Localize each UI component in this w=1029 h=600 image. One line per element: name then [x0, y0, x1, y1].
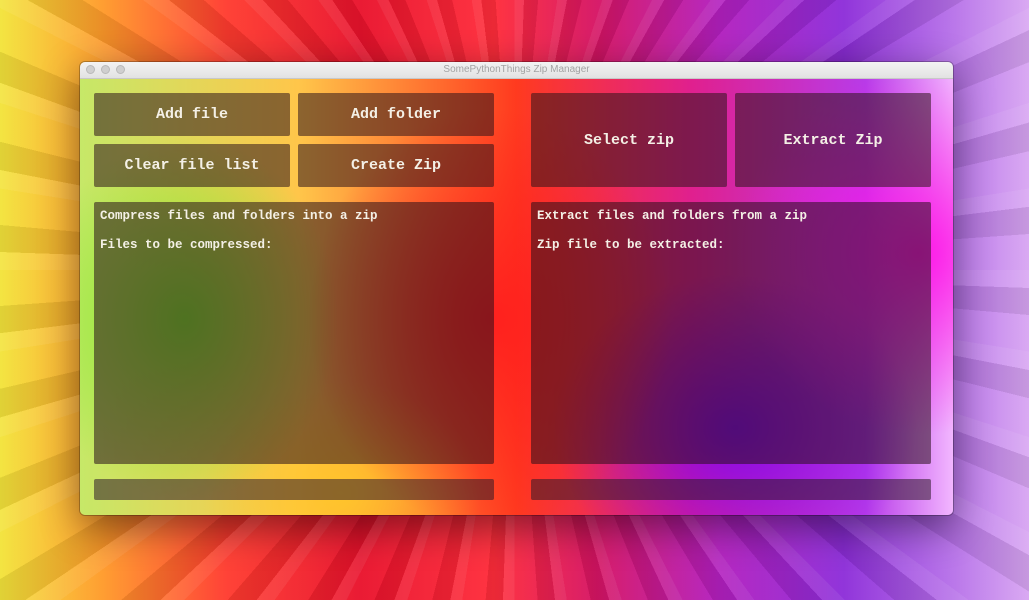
create-zip-button[interactable]: Create Zip [298, 144, 494, 187]
add-folder-button[interactable]: Add folder [298, 93, 494, 136]
extract-progress-bar [531, 479, 931, 500]
clear-file-list-button[interactable]: Clear file list [94, 144, 290, 187]
extract-panel-heading: Extract files and folders from a zip [537, 209, 808, 223]
compress-panel-heading: Compress files and folders into a zip [100, 209, 378, 223]
title-bar[interactable]: SomePythonThings Zip Manager [80, 62, 953, 79]
window-title: SomePythonThings Zip Manager [443, 64, 590, 75]
app-window: SomePythonThings Zip Manager Add file Ad… [80, 62, 953, 515]
extract-zip-button[interactable]: Extract Zip [735, 93, 931, 187]
zip-to-extract-label: Zip file to be extracted: [537, 238, 725, 252]
compress-file-list-panel[interactable]: Compress files and folders into a zip Fi… [94, 202, 494, 464]
select-zip-button[interactable]: Select zip [531, 93, 727, 187]
main-content: Add file Add folder Clear file list Crea… [80, 79, 953, 515]
compress-progress-bar [94, 479, 494, 500]
extract-info-panel[interactable]: Extract files and folders from a zip Zip… [531, 202, 931, 464]
files-to-compress-label: Files to be compressed: [100, 238, 273, 252]
add-file-button[interactable]: Add file [94, 93, 290, 136]
